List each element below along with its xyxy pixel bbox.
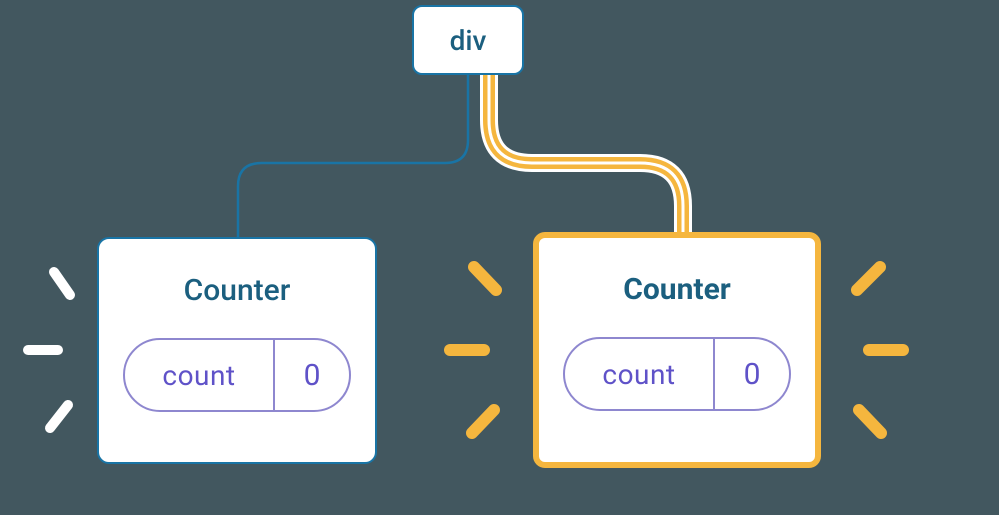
counter-left-badge-label: count: [125, 340, 273, 410]
connector-left: [238, 75, 468, 237]
sparks-right-rightside: [857, 267, 903, 433]
counter-right-badge-label: count: [565, 339, 713, 409]
sparks-left: [28, 272, 70, 428]
sparks-right-leftside: [450, 267, 496, 433]
counter-card-right: Counter count 0: [533, 232, 821, 468]
counter-left-badge: count 0: [123, 338, 351, 412]
root-div-node: div: [412, 5, 524, 75]
root-label: div: [450, 24, 487, 57]
counter-right-title: Counter: [623, 272, 731, 307]
counter-right-badge: count 0: [563, 337, 791, 411]
counter-left-badge-value: 0: [273, 340, 349, 410]
connector-right-outer-white: [489, 75, 683, 232]
counter-left-title: Counter: [184, 273, 291, 308]
counter-card-left: Counter count 0: [97, 237, 377, 464]
counter-right-badge-value: 0: [713, 339, 789, 409]
